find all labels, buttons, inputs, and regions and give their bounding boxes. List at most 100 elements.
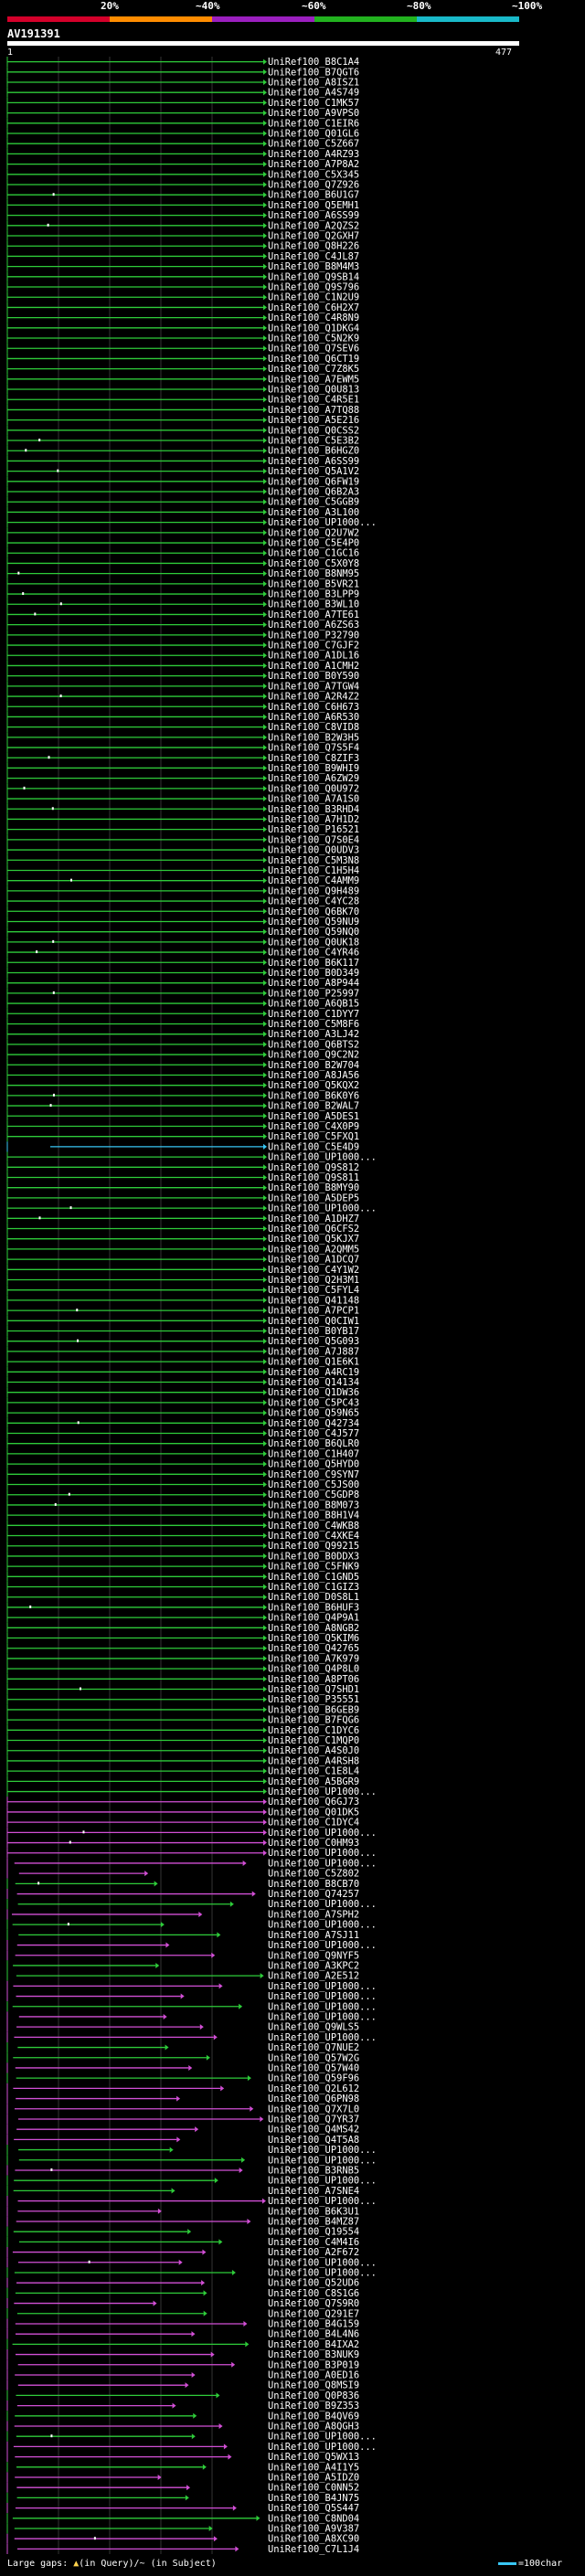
hit-label[interactable]: UniRef100_B6GEB9 [268,1704,359,1715]
hit-row[interactable]: UniRef100_A6ZW29 [6,773,359,784]
hit-label[interactable]: UniRef100_UP1000... [268,2432,377,2443]
hit-label[interactable]: UniRef100_B8C1A4 [268,57,359,68]
hit-label[interactable]: UniRef100_C1GIZ3 [268,1582,359,1593]
hit-label[interactable]: UniRef100_B6K3U1 [268,2206,359,2217]
hit-label[interactable]: UniRef100_B6K0Y6 [268,1090,359,1101]
hit-row[interactable]: UniRef100_Q2GXH7 [6,230,359,242]
hit-row[interactable]: UniRef100_Q19554 [6,2226,359,2238]
hit-label[interactable]: UniRef100_B4JN75 [268,2493,359,2504]
hit-label[interactable]: UniRef100_A4S749 [268,88,359,99]
hit-label[interactable]: UniRef100_A5IDZ0 [268,2472,359,2483]
hit-row[interactable]: UniRef100_A8JA56 [6,1069,359,1081]
hit-row[interactable]: UniRef100_B3P019 [6,2359,359,2370]
hit-row[interactable]: UniRef100_A8XC90 [6,2533,359,2545]
hit-row[interactable]: UniRef100_Q0U972 [6,783,359,794]
hit-label[interactable]: UniRef100_Q42765 [268,1643,359,1654]
hit-row[interactable]: UniRef100_B7QGT6 [6,67,359,78]
hit-row[interactable]: UniRef100_P16521 [6,824,359,835]
hit-row[interactable]: UniRef100_C4JL87 [6,250,359,262]
hit-row[interactable]: UniRef100_Q9S812 [6,1161,359,1173]
hit-row[interactable]: UniRef100_A8NGB2 [6,1622,359,1634]
hit-row[interactable]: UniRef100_C5M3N8 [6,854,359,866]
hit-row[interactable]: UniRef100_Q0CIW1 [6,1315,359,1327]
hit-label[interactable]: UniRef100_Q6PN98 [268,2094,359,2104]
hit-label[interactable]: UniRef100_C8ND04 [268,2513,359,2524]
hit-label[interactable]: UniRef100_UP1000... [268,2442,377,2453]
hit-row[interactable]: UniRef100_B0D349 [6,967,359,979]
hit-label[interactable]: UniRef100_B6QLR0 [268,1438,359,1449]
hit-label[interactable]: UniRef100_C5M8F6 [268,1019,359,1030]
hit-row[interactable]: UniRef100_A7PCP1 [6,1305,359,1317]
hit-row[interactable]: UniRef100_Q291E7 [6,2308,359,2319]
hit-label[interactable]: UniRef100_B6HGZ0 [268,446,359,457]
hit-label[interactable]: UniRef100_Q19554 [268,2227,359,2238]
hit-row[interactable]: UniRef100_A2QMM5 [6,1244,359,1255]
hit-row[interactable]: UniRef100_B0Y590 [6,671,359,682]
hit-label[interactable]: UniRef100_B3NUK9 [268,2349,359,2360]
hit-row[interactable]: UniRef100_C0NN52 [6,2482,359,2494]
hit-row[interactable]: UniRef100_C5GGB9 [6,496,359,508]
hit-row[interactable]: UniRef100_A7TE61 [6,609,359,620]
hit-row[interactable]: UniRef100_B3RHD4 [6,803,359,815]
hit-row[interactable]: UniRef100_Q7YR37 [6,2114,359,2125]
hit-label[interactable]: UniRef100_C4X0P9 [268,1121,359,1132]
hit-row[interactable]: UniRef100_B4MZ87 [6,2216,359,2227]
hit-row[interactable]: UniRef100_UP1000... [6,2031,377,2043]
hit-row[interactable]: UniRef100_A7SPH2 [6,1909,359,1920]
hit-row[interactable]: UniRef100_Q7S0E4 [6,834,359,845]
hit-row[interactable]: UniRef100_P32790 [6,630,359,641]
hit-row[interactable]: UniRef100_A6QB15 [6,998,359,1010]
hit-row[interactable]: UniRef100_B8H1V4 [6,1510,359,1521]
hit-row[interactable]: UniRef100_A3L100 [6,506,359,518]
hit-label[interactable]: UniRef100_Q59F96 [268,2073,359,2084]
hit-row[interactable]: UniRef100_C5E4D9 [6,1141,359,1152]
hit-row[interactable]: UniRef100_C1E8L4 [6,1765,359,1777]
hit-label[interactable]: UniRef100_C4R5E1 [268,395,359,406]
hit-row[interactable]: UniRef100_C4J577 [6,1427,359,1439]
hit-label[interactable]: UniRef100_UP1000... [268,1786,377,1797]
hit-label[interactable]: UniRef100_Q01GL6 [268,129,359,140]
hit-row[interactable]: UniRef100_Q0P836 [6,2390,359,2401]
hit-row[interactable]: UniRef100_B2W3H5 [6,732,359,743]
hit-label[interactable]: UniRef100_Q57W40 [268,2062,359,2073]
hit-row[interactable]: UniRef100_A5DES1 [6,1110,359,1122]
hit-row[interactable]: UniRef100_C1GND5 [6,1571,359,1583]
hit-row[interactable]: UniRef100_Q01GL6 [6,128,359,140]
hit-row[interactable]: UniRef100_C1H5H4 [6,864,359,876]
hit-label[interactable]: UniRef100_Q291E7 [268,2308,359,2319]
hit-row[interactable]: UniRef100_C5GDP8 [6,1489,359,1500]
hit-row[interactable]: UniRef100_B2WAL7 [6,1100,359,1112]
hit-label[interactable]: UniRef100_A8QGH3 [268,2421,359,2432]
hit-label[interactable]: UniRef100_Q7S9R0 [268,2298,359,2309]
hit-label[interactable]: UniRef100_A7A1S0 [268,794,359,805]
hit-label[interactable]: UniRef100_A9V387 [268,2523,359,2534]
hit-label[interactable]: UniRef100_UP1000... [268,2176,377,2187]
hit-label[interactable]: UniRef100_B7QGT6 [268,67,359,78]
hit-row[interactable]: UniRef100_C1GIZ3 [6,1581,359,1593]
hit-row[interactable]: UniRef100_Q0U813 [6,384,359,396]
hit-label[interactable]: UniRef100_Q5A1V2 [268,466,359,477]
hit-label[interactable]: UniRef100_UP1000... [268,2001,377,2012]
hit-row[interactable]: UniRef100_Q52UD6 [6,2277,359,2289]
hit-label[interactable]: UniRef100_Q7Z926 [268,180,359,191]
hit-row[interactable]: UniRef100_Q4MS42 [6,2124,359,2136]
hit-label[interactable]: UniRef100_A6SS99 [268,456,359,467]
hit-row[interactable]: UniRef100_A4RC19 [6,1366,359,1378]
hit-row[interactable]: UniRef100_Q1DW36 [6,1387,359,1398]
hit-row[interactable]: UniRef100_UP1000... [6,2257,377,2268]
hit-label[interactable]: UniRef100_C4M4I6 [268,2237,359,2248]
hit-label[interactable]: UniRef100_Q2H3M1 [268,1275,359,1286]
hit-label[interactable]: UniRef100_A1DL16 [268,651,359,662]
hit-label[interactable]: UniRef100_Q0P836 [268,2390,359,2401]
hit-row[interactable]: UniRef100_UP1000... [6,1858,377,1869]
hit-row[interactable]: UniRef100_A7P8A2 [6,159,359,170]
hit-row[interactable]: UniRef100_UP1000... [6,1939,377,1951]
hit-label[interactable]: UniRef100_P16521 [268,824,359,835]
hit-label[interactable]: UniRef100_C1DYC4 [268,1818,359,1829]
hit-label[interactable]: UniRef100_A0ED16 [268,2369,359,2380]
hit-row[interactable]: UniRef100_Q6GJ73 [6,1797,359,1807]
hit-row[interactable]: UniRef100_C9SYN7 [6,1468,359,1480]
hit-row[interactable]: UniRef100_C4WKB8 [6,1520,359,1532]
hit-label[interactable]: UniRef100_C5FXQ1 [268,1131,359,1142]
hit-row[interactable]: UniRef100_C5X0Y8 [6,557,359,569]
